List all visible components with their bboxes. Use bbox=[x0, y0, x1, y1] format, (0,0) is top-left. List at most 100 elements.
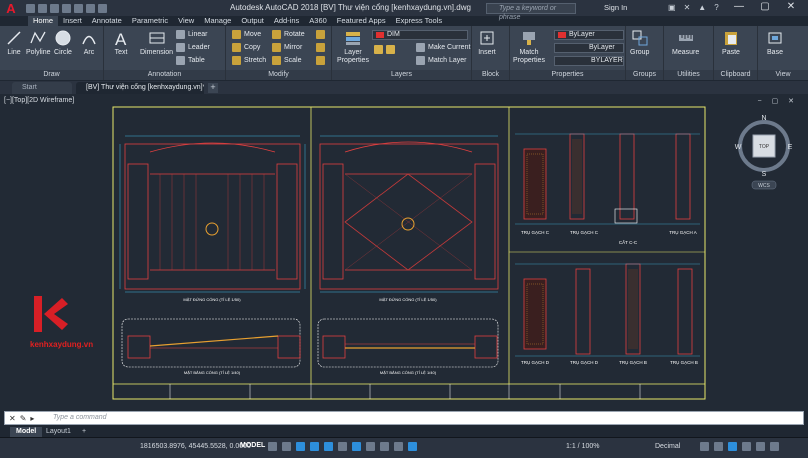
tab-annotate[interactable]: Annotate bbox=[87, 16, 127, 26]
dimension-button[interactable]: Dimension bbox=[140, 29, 173, 56]
new-tab-button[interactable]: + bbox=[208, 83, 218, 93]
text-button[interactable]: A Text bbox=[112, 29, 130, 56]
tab-manage[interactable]: Manage bbox=[199, 16, 236, 26]
viewcube[interactable]: TOP N S E W WCS bbox=[735, 115, 793, 190]
tab-featured-apps[interactable]: Featured Apps bbox=[332, 16, 391, 26]
close-button[interactable]: ✕ bbox=[778, 0, 804, 15]
table-button[interactable]: Table bbox=[176, 56, 205, 65]
compass-east[interactable]: E bbox=[788, 144, 793, 151]
quick-properties-icon[interactable] bbox=[700, 442, 709, 451]
open-icon[interactable] bbox=[38, 3, 47, 13]
properties-panel-label[interactable]: Properties bbox=[510, 70, 625, 80]
lock-ui-icon[interactable] bbox=[714, 442, 723, 451]
compass-west[interactable]: W bbox=[735, 144, 742, 151]
block-panel-label[interactable]: Block bbox=[472, 70, 509, 80]
command-line[interactable]: ✕ ✎ ▸ Type a command bbox=[4, 411, 804, 425]
file-tab-start[interactable]: Start bbox=[12, 82, 72, 94]
new-icon[interactable] bbox=[26, 3, 35, 13]
annotation-panel-label[interactable]: Annotation bbox=[104, 70, 225, 80]
file-tab-drawing[interactable]: [BV] Thư viện cổng [kenhxaydung.vn]* bbox=[76, 82, 204, 94]
arc-button[interactable]: Arc bbox=[80, 29, 98, 56]
trim-button[interactable] bbox=[316, 30, 325, 39]
model-space-button[interactable]: MODEL bbox=[240, 442, 265, 449]
object-snap-tracking-icon[interactable] bbox=[338, 442, 347, 451]
isodraft-icon[interactable] bbox=[324, 442, 333, 451]
tab-output[interactable]: Output bbox=[236, 16, 269, 26]
circle-button[interactable]: Circle bbox=[54, 29, 72, 56]
recent-commands-icon[interactable]: ▸ bbox=[30, 414, 34, 423]
layer-properties-button[interactable]: Layer Properties bbox=[336, 29, 370, 65]
save-icon[interactable] bbox=[50, 3, 59, 13]
tab-add-ins[interactable]: Add-ins bbox=[269, 16, 304, 26]
layer-tools-icons[interactable] bbox=[374, 45, 395, 54]
linear-button[interactable]: Linear bbox=[176, 30, 207, 39]
compass-north[interactable]: N bbox=[761, 115, 766, 122]
match-properties-button[interactable]: Match Properties bbox=[513, 29, 545, 65]
ortho-icon[interactable] bbox=[296, 442, 305, 451]
redo-icon[interactable] bbox=[98, 3, 107, 13]
scale-button[interactable]: Scale bbox=[272, 56, 302, 65]
move-button[interactable]: Move bbox=[232, 30, 261, 39]
group-button[interactable]: Group bbox=[630, 29, 649, 56]
help-icon[interactable]: ? bbox=[714, 3, 718, 12]
minimize-button[interactable]: — bbox=[726, 0, 752, 15]
rotate-button[interactable]: Rotate bbox=[272, 30, 305, 39]
color-dropdown[interactable]: ByLayer bbox=[554, 30, 624, 40]
make-current-button[interactable]: Make Current bbox=[416, 43, 470, 52]
grid-icon[interactable] bbox=[268, 442, 277, 451]
annotation-scale[interactable]: 1:1 / 100% bbox=[566, 443, 599, 450]
undo-icon[interactable] bbox=[86, 3, 95, 13]
layers-panel-label[interactable]: Layers bbox=[332, 70, 471, 80]
close-command-icon[interactable]: ✕ bbox=[9, 414, 16, 423]
insert-button[interactable]: Insert bbox=[478, 29, 496, 56]
exchange-icon[interactable]: ✕ bbox=[684, 3, 691, 12]
new-layout-button[interactable]: + bbox=[76, 427, 92, 437]
modify-panel-label[interactable]: Modify bbox=[226, 70, 331, 80]
drawing-canvas[interactable]: [−][Top][2D Wireframe] − ▢ ✕ kenhxaydung… bbox=[0, 94, 808, 411]
command-input[interactable]: Type a command bbox=[53, 414, 107, 421]
clipboard-panel-label[interactable]: Clipboard bbox=[714, 70, 757, 80]
object-snap-icon[interactable] bbox=[352, 442, 361, 451]
clean-screen-icon[interactable] bbox=[756, 442, 765, 451]
coordinates-readout[interactable]: 1816503.8976, 45445.5528, 0.0000 bbox=[140, 443, 251, 450]
tab-insert[interactable]: Insert bbox=[58, 16, 87, 26]
units-display[interactable]: Decimal bbox=[655, 443, 680, 450]
leader-button[interactable]: Leader bbox=[176, 43, 210, 52]
tab-parametric[interactable]: Parametric bbox=[127, 16, 173, 26]
match-layer-button[interactable]: Match Layer bbox=[416, 56, 467, 65]
fillet-button[interactable] bbox=[316, 43, 325, 52]
sign-in-button[interactable]: Sign In bbox=[604, 3, 627, 12]
lineweight-dropdown[interactable]: BYLAYER bbox=[554, 56, 624, 66]
stretch-button[interactable]: Stretch bbox=[232, 56, 266, 65]
view-panel-label[interactable]: View bbox=[758, 70, 808, 80]
measure-button[interactable]: Measure bbox=[672, 29, 699, 56]
user-icon[interactable]: ▲ bbox=[698, 3, 706, 12]
tab-home[interactable]: Home bbox=[28, 16, 59, 26]
transparency-icon[interactable] bbox=[380, 442, 389, 451]
groups-panel-label[interactable]: Groups bbox=[626, 70, 663, 80]
polar-icon[interactable] bbox=[310, 442, 319, 451]
annotation-visibility-icon[interactable] bbox=[408, 442, 417, 451]
customize-icon[interactable]: ✎ bbox=[20, 414, 27, 423]
line-button[interactable]: Line bbox=[5, 29, 23, 56]
array-button[interactable] bbox=[316, 56, 325, 65]
viewcube-top[interactable]: TOP bbox=[759, 144, 770, 150]
lineweight-icon[interactable] bbox=[366, 442, 375, 451]
paste-button[interactable]: Paste bbox=[722, 29, 740, 56]
tab-layout1[interactable]: Layout1 bbox=[40, 427, 77, 437]
compass-south[interactable]: S bbox=[762, 171, 767, 178]
utilities-panel-label[interactable]: Utilities bbox=[664, 70, 713, 80]
save-as-icon[interactable] bbox=[62, 3, 71, 13]
tab-view[interactable]: View bbox=[173, 16, 199, 26]
customization-menu-icon[interactable] bbox=[770, 442, 779, 451]
autocad-logo-icon[interactable]: A bbox=[0, 0, 22, 16]
mirror-button[interactable]: Mirror bbox=[272, 43, 302, 52]
hardware-acceleration-icon[interactable] bbox=[742, 442, 751, 451]
selection-cycling-icon[interactable] bbox=[394, 442, 403, 451]
linetype-dropdown[interactable]: ByLayer bbox=[554, 43, 624, 53]
base-button[interactable]: Base bbox=[766, 29, 784, 56]
tab-model[interactable]: Model bbox=[10, 427, 43, 437]
cart-icon[interactable]: ▣ bbox=[668, 3, 676, 12]
draw-panel-label[interactable]: Draw bbox=[0, 70, 103, 80]
copy-button[interactable]: Copy bbox=[232, 43, 260, 52]
